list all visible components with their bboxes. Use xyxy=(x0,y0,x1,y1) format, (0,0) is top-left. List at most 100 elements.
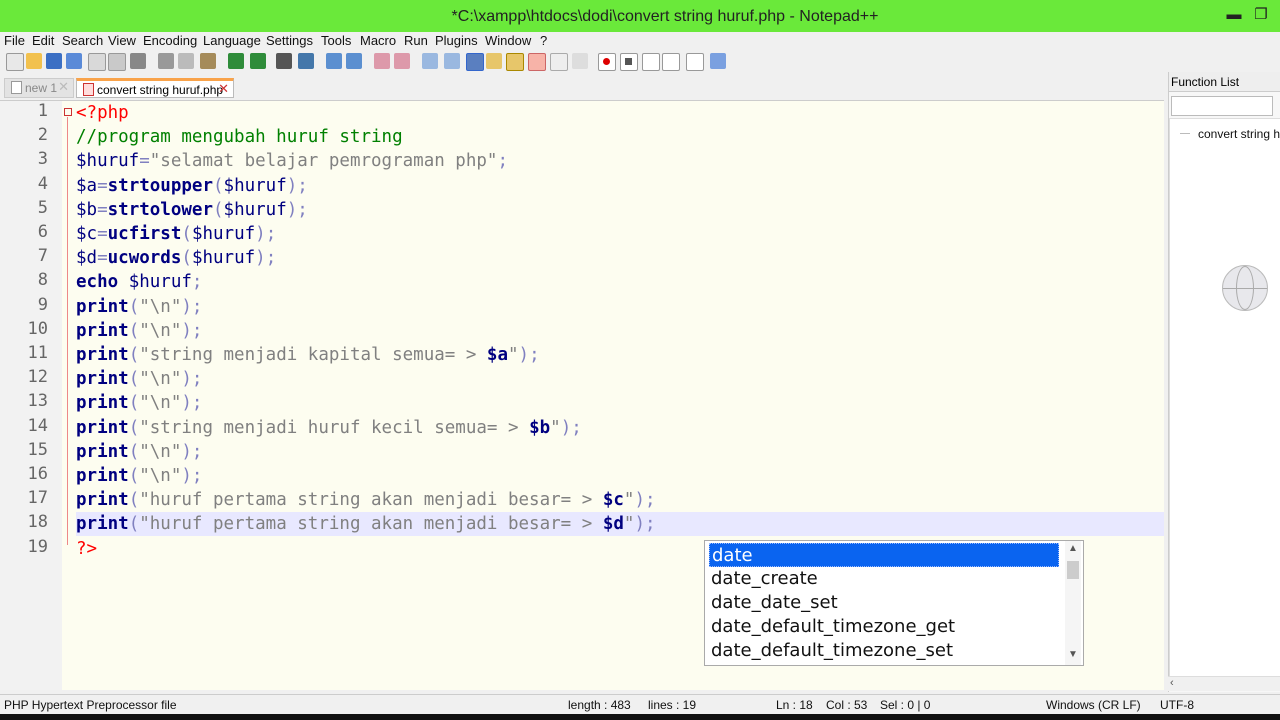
code-token: ); xyxy=(255,224,277,244)
autocomplete-item[interactable]: date_default_timezone_get xyxy=(709,615,1059,639)
word-wrap-icon[interactable] xyxy=(422,53,438,69)
menu-settings[interactable]: Settings xyxy=(266,33,313,48)
monitor-icon[interactable] xyxy=(572,53,588,69)
copy-icon[interactable] xyxy=(178,53,194,69)
code-line[interactable]: print("\n"); xyxy=(76,319,1164,343)
tab-close-icon[interactable]: ✕ xyxy=(218,81,229,97)
code-line[interactable]: print("\n"); xyxy=(76,295,1164,319)
menu-tools[interactable]: Tools xyxy=(321,33,351,48)
code-token: ); xyxy=(560,417,582,438)
save-icon[interactable] xyxy=(46,53,62,69)
folder-workspace-icon[interactable] xyxy=(550,53,568,71)
replace-icon[interactable] xyxy=(298,53,314,69)
undo-icon[interactable] xyxy=(228,53,244,69)
code-line[interactable]: print("string menjadi huruf kecil semua=… xyxy=(76,416,1164,440)
menu-file[interactable]: File xyxy=(4,33,25,48)
code-line[interactable]: echo $huruf; xyxy=(76,270,1164,294)
new-file-icon[interactable] xyxy=(6,53,24,71)
code-token: ); xyxy=(181,369,203,390)
autocomplete-item[interactable]: date_date_set xyxy=(709,591,1059,615)
sync-horizontal-icon[interactable] xyxy=(394,53,410,69)
line-number: 1 xyxy=(37,101,48,121)
code-line[interactable]: print("huruf pertama string akan menjadi… xyxy=(76,488,1164,512)
function-search-input[interactable] xyxy=(1171,96,1273,116)
menu-help[interactable]: ? xyxy=(540,33,547,48)
code-token: = xyxy=(97,199,108,220)
code-line[interactable]: print("string menjadi kapital semua= > $… xyxy=(76,343,1164,367)
function-tree-node[interactable]: convert string huruf.php xyxy=(1198,127,1280,141)
record-macro-icon[interactable] xyxy=(598,53,616,71)
indent-guide-icon[interactable] xyxy=(466,53,484,71)
code-token: echo xyxy=(76,272,119,293)
autocomplete-scrollbar[interactable]: ▲ ▼ xyxy=(1065,541,1081,665)
save-all-icon[interactable] xyxy=(66,53,82,69)
menu-language[interactable]: Language xyxy=(203,33,261,48)
code-line[interactable]: $b=strtolower($huruf); xyxy=(76,198,1164,222)
doc-map-icon[interactable] xyxy=(506,53,524,71)
code-line[interactable]: <?php xyxy=(76,101,1164,125)
spell-check-icon[interactable] xyxy=(710,53,726,69)
menu-search[interactable]: Search xyxy=(62,33,103,48)
code-line[interactable]: $a=strtoupper($huruf); xyxy=(76,174,1164,198)
code-line[interactable]: print("huruf pertama string akan menjadi… xyxy=(76,512,1164,537)
code-line[interactable]: print("\n"); xyxy=(76,464,1164,488)
fold-toggle-icon[interactable] xyxy=(64,108,72,116)
menu-run[interactable]: Run xyxy=(404,33,428,48)
open-file-icon[interactable] xyxy=(26,53,42,69)
stop-record-icon[interactable] xyxy=(620,53,638,71)
code-line[interactable]: print("\n"); xyxy=(76,367,1164,391)
tab-new-1[interactable]: new 1 ✕ xyxy=(4,78,74,98)
menu-encoding[interactable]: Encoding xyxy=(143,33,197,48)
user-language-icon[interactable] xyxy=(486,53,502,69)
save-macro-icon[interactable] xyxy=(686,53,704,71)
code-token: print xyxy=(76,296,129,317)
close-all-icon[interactable] xyxy=(108,53,126,71)
function-list-hscrollbar[interactable]: ‹ xyxy=(1168,676,1280,691)
menu-macro[interactable]: Macro xyxy=(360,33,396,48)
print-icon[interactable] xyxy=(130,53,146,69)
zoom-out-icon[interactable] xyxy=(346,53,362,69)
function-list-icon[interactable] xyxy=(528,53,546,71)
code-line[interactable]: $d=ucwords($huruf); xyxy=(76,246,1164,270)
code-line[interactable]: $c=ucfirst($huruf); xyxy=(76,222,1164,246)
minimize-button[interactable]: ▬ xyxy=(1223,4,1245,26)
code-token: ( xyxy=(128,490,140,511)
find-icon[interactable] xyxy=(276,53,292,69)
run-macro-multiple-icon[interactable] xyxy=(662,53,680,71)
zoom-in-icon[interactable] xyxy=(326,53,342,69)
code-line[interactable]: print("\n"); xyxy=(76,440,1164,464)
code-token: ); xyxy=(634,490,656,511)
sync-vertical-icon[interactable] xyxy=(374,53,390,69)
fold-margin[interactable] xyxy=(62,101,74,690)
menu-edit[interactable]: Edit xyxy=(32,33,54,48)
status-encoding: UTF-8 xyxy=(1160,698,1194,712)
autocomplete-popup[interactable]: date date_create date_date_set date_default… xyxy=(704,540,1084,666)
scroll-up-icon[interactable]: ▲ xyxy=(1067,543,1079,554)
restore-button[interactable]: ❐ xyxy=(1250,4,1272,26)
tab-close-icon[interactable]: ✕ xyxy=(58,79,69,95)
function-list-panel: Function List convert string huruf.php xyxy=(1168,72,1280,692)
redo-icon[interactable] xyxy=(250,53,266,69)
autocomplete-item[interactable]: date_create xyxy=(709,567,1059,591)
paste-icon[interactable] xyxy=(200,53,216,69)
code-line[interactable]: $huruf="selamat belajar pemrograman php"… xyxy=(76,149,1164,173)
show-all-chars-icon[interactable] xyxy=(444,53,460,69)
code-line[interactable]: //program mengubah huruf string xyxy=(76,125,1164,149)
tab-convert-string-huruf[interactable]: convert string huruf.php ✕ xyxy=(76,78,234,98)
cut-icon[interactable] xyxy=(158,53,174,69)
code-token: "huruf pertama string akan menjadi besar… xyxy=(139,514,603,535)
menu-plugins[interactable]: Plugins xyxy=(435,33,478,48)
menu-window[interactable]: Window xyxy=(485,33,531,48)
close-icon[interactable] xyxy=(88,53,106,71)
playback-macro-icon[interactable] xyxy=(642,53,660,71)
scroll-thumb[interactable] xyxy=(1067,561,1079,579)
scroll-down-icon[interactable]: ▼ xyxy=(1067,649,1079,660)
autocomplete-item[interactable]: date_default_timezone_set xyxy=(709,639,1059,663)
scroll-left-icon[interactable]: ‹ xyxy=(1170,677,1174,689)
tab-bar: new 1 ✕ convert string huruf.php ✕ xyxy=(0,76,1164,100)
autocomplete-item[interactable]: date xyxy=(709,543,1059,567)
code-line[interactable]: print("\n"); xyxy=(76,391,1164,415)
line-number: 16 xyxy=(27,464,48,484)
status-lines: lines : 19 xyxy=(648,698,697,712)
menu-view[interactable]: View xyxy=(108,33,136,48)
